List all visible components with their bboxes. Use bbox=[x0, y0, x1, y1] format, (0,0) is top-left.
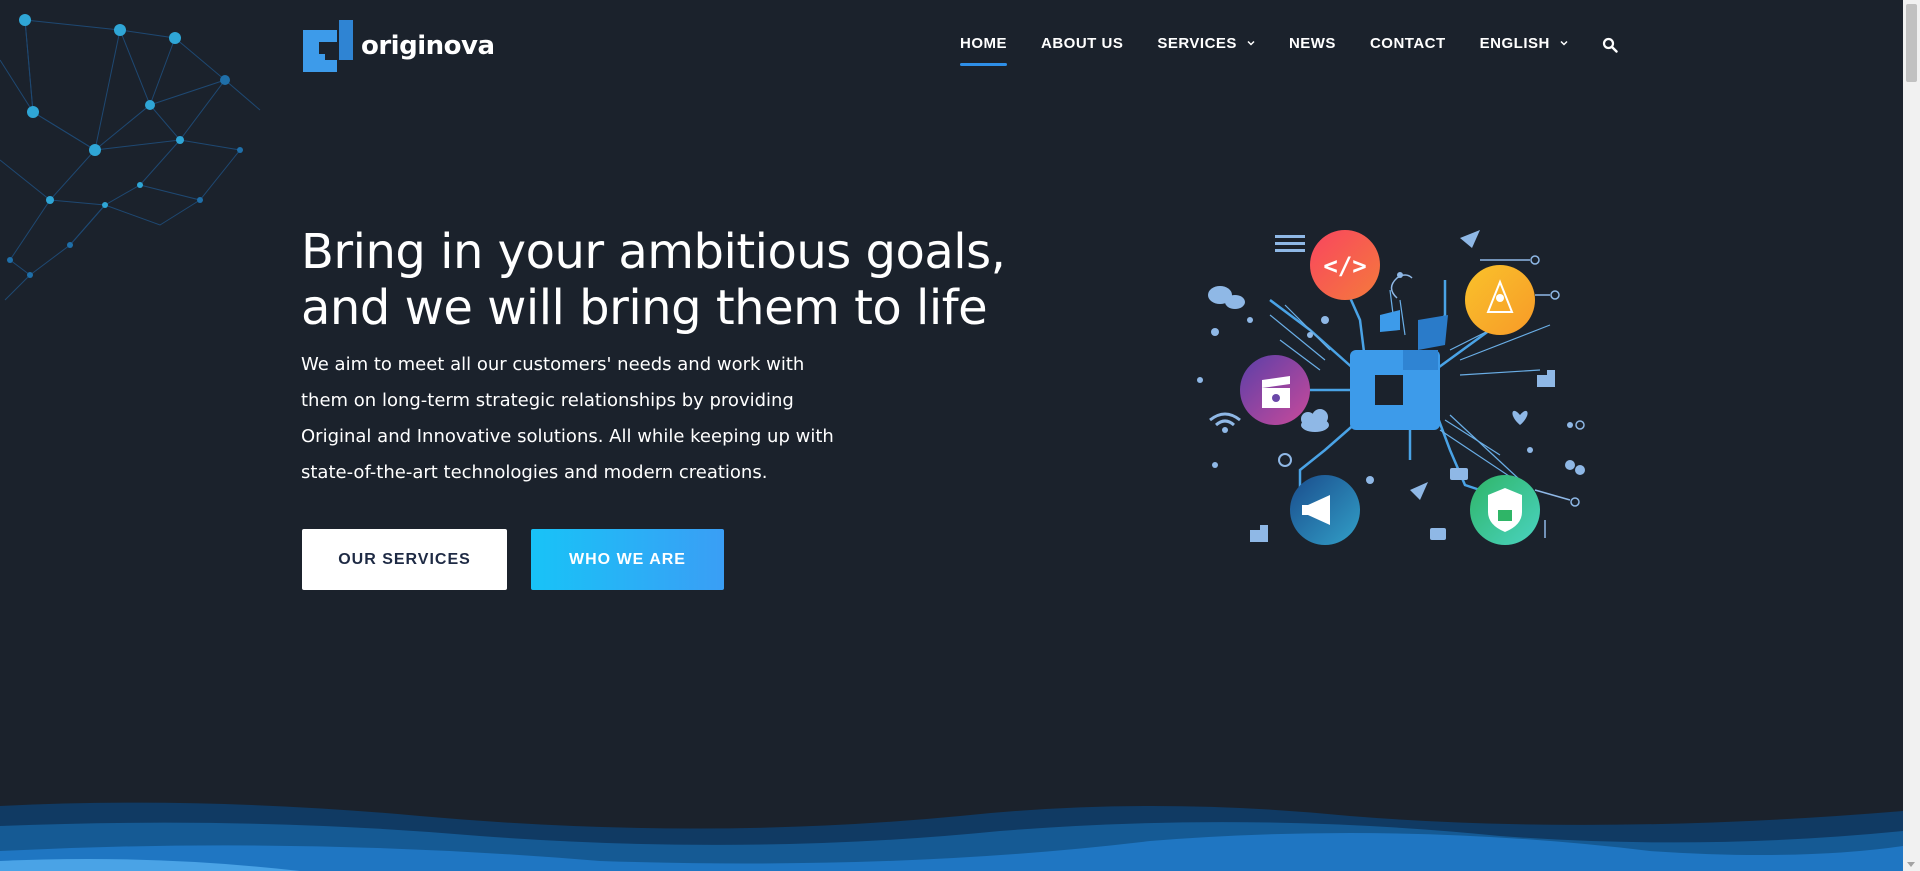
hero-title-line-2: and we will bring them to life bbox=[301, 280, 988, 336]
scrollbar-thumb[interactable] bbox=[1906, 4, 1917, 82]
nav-news-label: NEWS bbox=[1288, 34, 1336, 52]
nav-item-language[interactable]: ENGLISH bbox=[1480, 32, 1568, 54]
nav-item-home[interactable]: HOME bbox=[960, 32, 1007, 66]
who-we-are-button[interactable]: WHO WE ARE bbox=[531, 529, 724, 590]
scroll-down-arrow-icon[interactable] bbox=[1907, 862, 1915, 867]
nav-contact-label: CONTACT bbox=[1369, 34, 1446, 52]
brand-logo[interactable]: originova bbox=[303, 20, 495, 72]
search-icon[interactable] bbox=[1602, 37, 1618, 53]
nav-language-label: ENGLISH bbox=[1479, 34, 1550, 52]
nav-home-label: HOME bbox=[960, 34, 1007, 52]
hero-title-line-1: Bring in your ambitious goals, bbox=[301, 224, 1006, 280]
hero-text-line: We aim to meet all our customers' needs … bbox=[301, 354, 805, 375]
hero-text-line: Original and Innovative solutions. All w… bbox=[301, 426, 834, 447]
nav-services-label: SERVICES bbox=[1157, 34, 1237, 52]
nav-item-about-us[interactable]: ABOUT US bbox=[1041, 32, 1123, 54]
nav-item-news[interactable]: NEWS bbox=[1289, 32, 1336, 54]
chevron-down-icon bbox=[1247, 40, 1255, 46]
nav-item-contact[interactable]: CONTACT bbox=[1370, 32, 1446, 54]
main-nav: HOME ABOUT US SERVICES NEWS CONTACT ENGL… bbox=[960, 32, 1618, 66]
brand-name: originova bbox=[361, 31, 495, 61]
hero-title: Bring in your ambitious goals, and we wi… bbox=[301, 224, 1021, 336]
chevron-down-icon bbox=[1560, 40, 1568, 46]
wave-decoration bbox=[0, 802, 1903, 871]
our-services-button[interactable]: OUR SERVICES bbox=[302, 529, 507, 590]
hero-text-line: them on long-term strategic relationship… bbox=[301, 390, 794, 411]
svg-text:</>: </> bbox=[1323, 252, 1366, 280]
hero-illustration: </> bbox=[1197, 230, 1585, 545]
hero-text-line: state-of-the-art technologies and modern… bbox=[301, 462, 768, 483]
hero-description: We aim to meet all our customers' needs … bbox=[301, 347, 841, 491]
network-background bbox=[0, 14, 261, 301]
page-scrollbar[interactable] bbox=[1903, 0, 1920, 871]
logo-mark-icon bbox=[303, 20, 353, 72]
nav-about-label: ABOUT US bbox=[1041, 34, 1124, 52]
nav-item-services[interactable]: SERVICES bbox=[1157, 32, 1255, 54]
